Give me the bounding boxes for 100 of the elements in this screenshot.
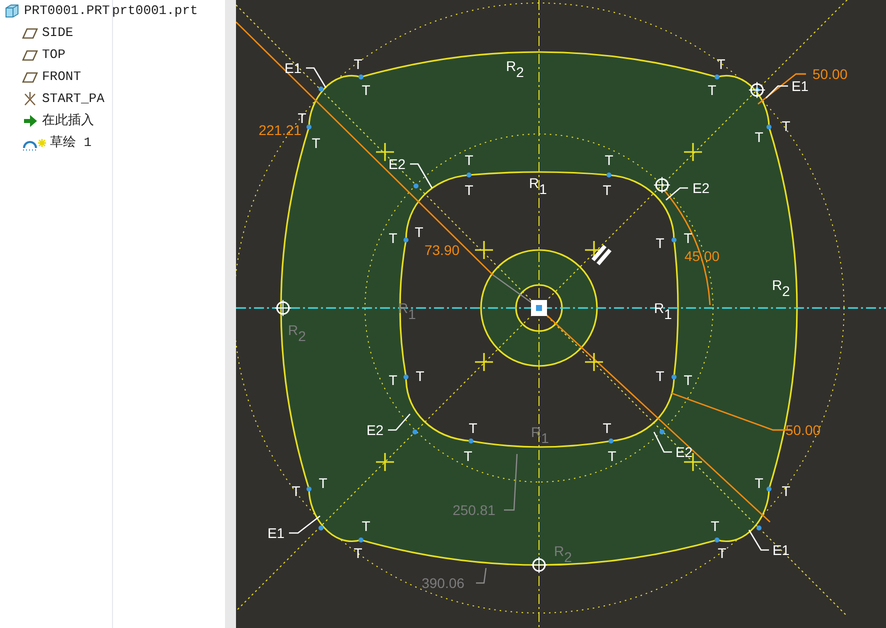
constraint-label: T bbox=[656, 236, 664, 250]
tangent-point bbox=[766, 486, 772, 492]
constraint-label: T bbox=[716, 57, 726, 71]
tree-item[interactable]: TOP bbox=[42, 45, 66, 65]
leader-line bbox=[766, 85, 788, 98]
origin-marker-icon bbox=[531, 300, 547, 316]
tree-item[interactable]: START_PA bbox=[42, 89, 104, 109]
constraint-label: T bbox=[416, 369, 424, 383]
constraint-label: T bbox=[708, 83, 716, 97]
tree-item[interactable]: PRT0001.PRT bbox=[24, 1, 112, 21]
constraint-label: T bbox=[754, 476, 764, 490]
constraint-label: T bbox=[354, 57, 362, 71]
constraint-label: T bbox=[684, 231, 692, 245]
point-marker-icon bbox=[274, 300, 292, 316]
tree-item[interactable]: 草绘 1 bbox=[50, 133, 92, 153]
constraint-label: T bbox=[782, 119, 790, 133]
constraint-label: T bbox=[312, 136, 320, 150]
point-marker-icon bbox=[748, 82, 766, 98]
constraint-label: T bbox=[656, 369, 664, 383]
constraint-label: T bbox=[602, 421, 612, 435]
tangent-point bbox=[672, 374, 676, 380]
constraint-label: T bbox=[604, 153, 614, 167]
constraint-label: T bbox=[414, 225, 424, 239]
coordinate-system-icon bbox=[22, 91, 38, 107]
constraint-label: E2 bbox=[675, 445, 693, 459]
dimension-line bbox=[476, 568, 487, 584]
constraint-label: T bbox=[782, 484, 790, 498]
dimension-value[interactable]: 73.90 bbox=[424, 243, 460, 257]
constraint-label: E1 bbox=[772, 543, 790, 557]
tangent-point bbox=[414, 184, 418, 188]
constraint-label: T bbox=[464, 449, 472, 463]
tangent-point bbox=[358, 538, 364, 542]
tangent-point bbox=[606, 172, 612, 178]
tangent-point bbox=[318, 86, 324, 92]
cross-marker-icon bbox=[474, 352, 494, 372]
point-marker-icon bbox=[654, 176, 670, 194]
constraint-label: E1 bbox=[267, 526, 285, 540]
cross-marker-icon bbox=[375, 452, 395, 472]
leader-line bbox=[388, 414, 410, 431]
constraint-label: T bbox=[388, 231, 398, 245]
constraint-label: T bbox=[718, 546, 726, 560]
cross-marker-icon bbox=[474, 240, 494, 260]
leader-line bbox=[410, 163, 433, 188]
leader-line bbox=[653, 432, 672, 453]
constraint-label: T bbox=[468, 421, 478, 435]
constraint-label: T bbox=[298, 111, 306, 125]
constraint-label: T bbox=[608, 449, 616, 463]
tangent-point bbox=[608, 438, 614, 444]
tangent-point bbox=[466, 172, 472, 178]
leader-line bbox=[289, 515, 320, 534]
cross-marker-icon bbox=[584, 352, 604, 372]
leader-line bbox=[748, 530, 769, 551]
constraint-label: E1 bbox=[791, 79, 809, 93]
tangent-point bbox=[672, 238, 676, 242]
constraint-label: E2 bbox=[388, 157, 406, 171]
leader-line bbox=[666, 187, 688, 200]
tangent-point bbox=[756, 526, 762, 530]
dimension-value[interactable]: 50.00 bbox=[785, 423, 821, 437]
constraint-label: T bbox=[354, 546, 362, 560]
constraint-label: T bbox=[754, 130, 764, 144]
tangent-point bbox=[404, 374, 408, 380]
constraint-label: T bbox=[464, 153, 474, 167]
constraint-label: T bbox=[464, 183, 474, 197]
cross-marker-icon bbox=[683, 142, 703, 162]
tangent-point bbox=[318, 526, 324, 530]
arrow-icon bbox=[22, 113, 38, 129]
tree-item[interactable]: FRONT bbox=[42, 67, 82, 87]
tangent-point bbox=[412, 430, 418, 434]
tangent-point bbox=[306, 124, 312, 130]
constraint-label: T bbox=[362, 83, 370, 97]
tangent-point bbox=[714, 538, 720, 542]
tangent-point bbox=[468, 438, 474, 444]
dimension-value[interactable]: 50.00 bbox=[812, 67, 848, 81]
dimension-value[interactable]: 221.21 bbox=[258, 123, 302, 137]
constraint-label: E2 bbox=[366, 423, 384, 437]
tangent-point bbox=[766, 124, 772, 130]
constraint-label: E2 bbox=[692, 181, 710, 195]
constraint-label: T bbox=[362, 519, 370, 533]
tangent-point bbox=[404, 238, 408, 242]
tangent-point bbox=[306, 486, 312, 492]
dimension-line bbox=[504, 454, 518, 511]
constraint-label: T bbox=[292, 484, 300, 498]
leader-line bbox=[306, 67, 327, 88]
tree-item[interactable]: 在此插入 bbox=[42, 111, 94, 131]
constraint-label: T bbox=[684, 373, 692, 387]
constraint-label: T bbox=[318, 476, 328, 490]
constraint-label: T bbox=[388, 373, 398, 387]
dimension-line bbox=[758, 73, 806, 105]
constraint-label: E1 bbox=[284, 61, 302, 75]
part-cube-icon bbox=[4, 3, 20, 19]
constraint-label: T bbox=[710, 519, 720, 533]
constraint-symbol-icon bbox=[591, 244, 612, 266]
point-marker-icon bbox=[530, 556, 548, 574]
tangent-point bbox=[358, 74, 364, 80]
tree-column-text: prt0001.prt bbox=[112, 2, 198, 20]
tangent-point bbox=[714, 74, 720, 80]
constraint-label: T bbox=[602, 183, 612, 197]
tangent-point bbox=[754, 88, 760, 92]
tangent-point bbox=[660, 430, 664, 434]
tree-item[interactable]: SIDE bbox=[42, 23, 74, 43]
